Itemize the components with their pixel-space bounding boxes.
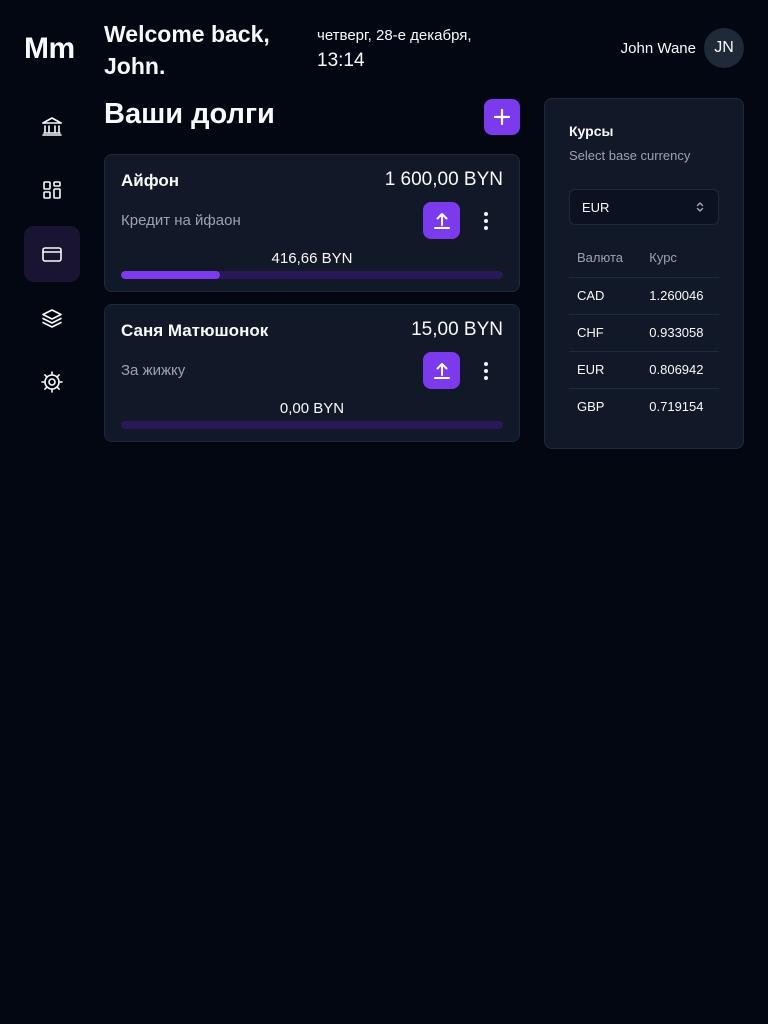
currency-rate: 0.719154 [635,387,719,425]
current-date: четверг, 28-е декабря, [317,27,472,44]
debt-name: Саня Матюшонок [121,321,269,340]
progress-bar [121,421,503,429]
plus-icon [493,108,511,126]
dot [484,376,488,380]
pay-button[interactable] [423,202,460,239]
debt-card: Саня Матюшонок 15,00 BYN За жижку 0,00 B… [104,304,520,442]
paid-amount: 0,00 BYN [279,400,345,417]
dot [484,369,488,373]
dot [484,212,488,216]
sidebar-item-debts[interactable] [24,226,80,282]
dot [484,362,488,366]
rates-panel: Курсы Select base currency EUR Валюта Ку… [544,98,744,449]
paid-amount: 416,66 BYN [271,250,353,267]
user-menu[interactable]: John Wane JN [621,28,744,68]
bank-icon [42,117,62,136]
table-row: GBP 0.719154 [569,387,719,425]
sidebar-item-layers[interactable] [24,290,80,346]
dashboard-icon [43,181,61,199]
base-currency-select[interactable]: EUR [569,189,719,225]
selected-currency: EUR [582,199,610,215]
currency-code: CAD [569,276,636,314]
sidebar-item-accounts[interactable] [24,98,80,154]
debt-card: Айфон 1 600,00 BYN Кредит на йфаон 416,6… [104,154,520,292]
add-debt-button[interactable] [484,99,520,135]
column-header-currency: Валюта [577,250,623,266]
rates-table: Валюта Курс CAD 1.260046 CHF 0.933058 EU… [569,239,719,425]
pay-button[interactable] [423,352,460,389]
currency-rate: 1.260046 [635,276,719,314]
page-title: Ваши долги [104,98,275,130]
debt-description: За жижку [121,362,186,379]
currency-code: CHF [569,313,636,351]
welcome-message: Welcome back, John. [104,21,270,79]
app-logo[interactable]: Mm [24,32,75,66]
table-row: CAD 1.260046 [569,276,719,314]
column-header-rate: Курс [649,250,677,266]
upload-icon [433,362,450,379]
credit-card-icon [42,247,62,262]
user-name: John Wane [620,39,696,57]
progress-bar [121,271,503,279]
current-time: 13:14 [317,50,365,71]
more-options-button[interactable] [473,357,499,385]
avatar[interactable]: JN [704,28,744,68]
rates-title: Курсы [569,123,614,139]
more-options-button[interactable] [473,207,499,235]
currency-code: EUR [569,350,636,388]
sidebar-nav [24,98,80,418]
currency-rate: 0.933058 [635,313,719,351]
rates-subtitle: Select base currency [569,148,691,163]
progress-fill [121,271,221,279]
sidebar-item-dashboard[interactable] [24,162,80,218]
debt-amount: 15,00 BYN [411,319,503,340]
table-header-row: Валюта Курс [569,239,719,277]
currency-code: GBP [569,387,636,425]
debt-amount: 1 600,00 BYN [384,169,503,190]
currency-rate: 0.806942 [635,350,719,388]
debt-name: Айфон [121,171,180,190]
sidebar-item-settings[interactable] [24,354,80,410]
chevron-up-down-icon [696,202,704,212]
layers-icon [42,309,62,328]
debt-description: Кредит на йфаон [121,212,241,229]
upload-icon [433,212,450,229]
dot [484,226,488,230]
table-row: CHF 0.933058 [569,313,719,351]
gear-icon [41,371,63,393]
table-row: EUR 0.806942 [569,350,719,388]
dot [484,219,488,223]
